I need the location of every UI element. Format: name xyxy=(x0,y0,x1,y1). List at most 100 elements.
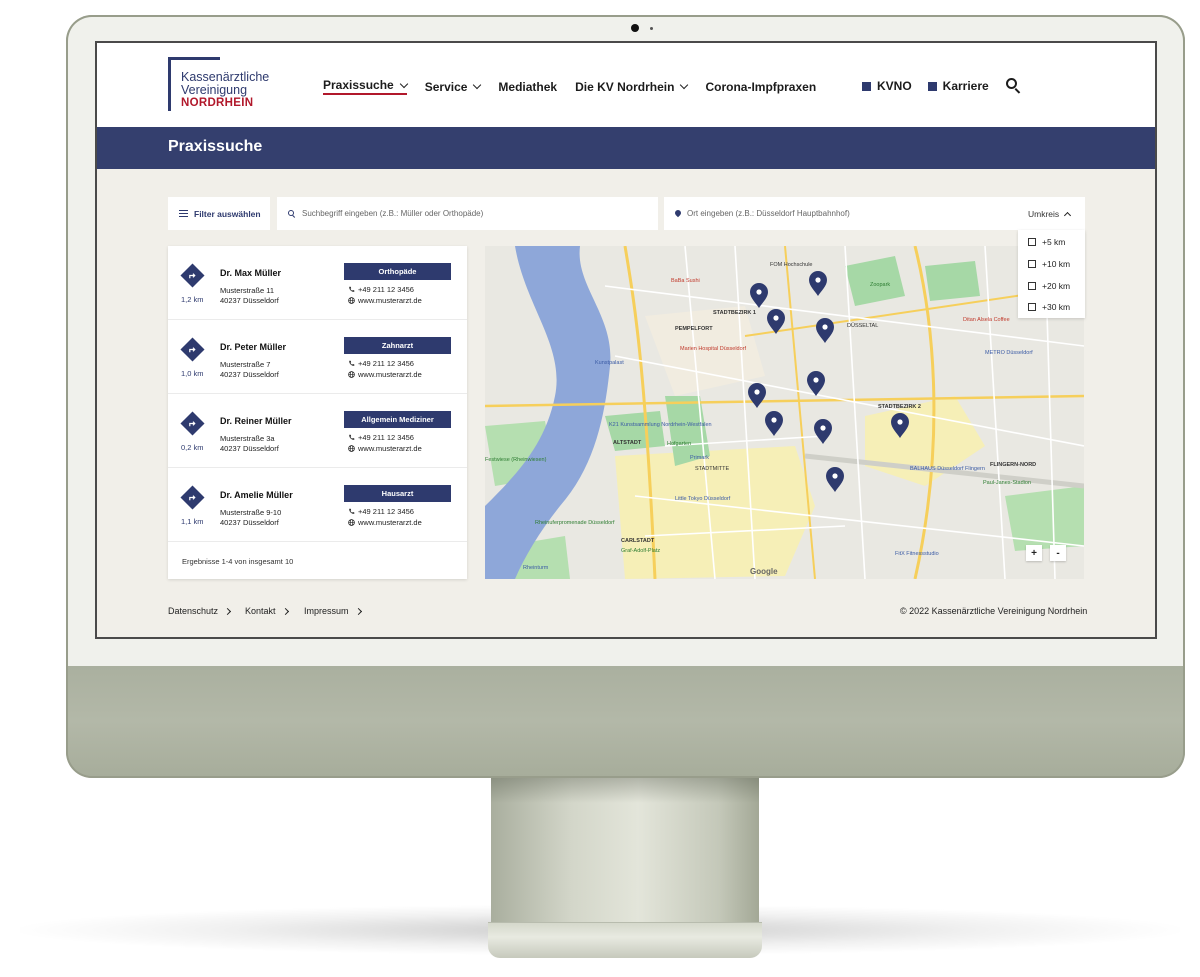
phone-icon xyxy=(349,286,355,292)
map-label-rheinuferpromenade: Rheinuferpromenade Düsseldorf xyxy=(535,520,615,526)
address: Musterstraße 11 40237 Düsseldorf xyxy=(220,286,279,306)
site-header: Kassenärztliche Vereinigung NORDRHEIN Pr… xyxy=(97,43,1155,127)
globe-icon xyxy=(348,371,355,378)
globe-icon xyxy=(348,519,355,526)
main-navigation: Praxissuche Service Mediathek Die KV Nor… xyxy=(323,78,816,95)
phone-link[interactable]: +49 211 12 3456 xyxy=(349,432,422,443)
address: Musterstraße 9-10 40237 Düsseldorf xyxy=(220,508,281,528)
radius-option-5[interactable]: +5 km xyxy=(1028,237,1065,247)
website-url: www.musterarzt.de xyxy=(358,444,422,453)
radius-label: Umkreis xyxy=(1028,208,1060,219)
meta-link-label: KVNO xyxy=(877,79,912,93)
nav-item-praxissuche[interactable]: Praxissuche xyxy=(323,78,408,95)
map-label-stadtbezirk-1: STADTBEZIRK 1 xyxy=(713,310,756,316)
chevron-right-icon xyxy=(281,607,289,615)
map-label-graf-adolf-platz: Graf-Adolf-Platz xyxy=(621,548,660,554)
phone-icon xyxy=(349,434,355,440)
kvno-logo[interactable]: Kassenärztliche Vereinigung NORDRHEIN xyxy=(168,57,278,113)
website-link[interactable]: www.musterarzt.de xyxy=(348,517,422,528)
globe-icon xyxy=(348,445,355,452)
website-link[interactable]: www.musterarzt.de xyxy=(348,295,422,306)
map-label-carlstadt: CARLSTADT xyxy=(621,538,655,544)
site-footer: Datenschutz Kontakt Impressum © 2022 Kas… xyxy=(97,599,1155,637)
meta-link-karriere[interactable]: Karriere xyxy=(927,79,989,93)
nav-item-die-kv-nordrhein[interactable]: Die KV Nordrhein xyxy=(575,79,689,94)
website-link[interactable]: www.musterarzt.de xyxy=(348,443,422,454)
search-icon xyxy=(288,209,296,218)
zoom-out-button[interactable]: - xyxy=(1050,545,1066,561)
zoom-in-button[interactable]: + xyxy=(1026,545,1042,561)
radius-option-label: +5 km xyxy=(1042,237,1066,247)
radius-option-label: +20 km xyxy=(1042,281,1071,291)
contact-info: +49 211 12 3456 www.musterarzt.de xyxy=(348,506,422,528)
phone-number: +49 211 12 3456 xyxy=(358,359,414,368)
search-icon[interactable] xyxy=(1005,77,1023,95)
address-street: Musterstraße 3a xyxy=(220,434,275,443)
result-card[interactable]: 1,1 km Dr. Amelie Müller Musterstraße 9-… xyxy=(168,468,467,542)
website-link[interactable]: www.musterarzt.de xyxy=(348,369,422,380)
checkbox[interactable] xyxy=(1028,238,1036,246)
address: Musterstraße 3a 40237 Düsseldorf xyxy=(220,434,279,454)
distance: 1,1 km xyxy=(181,517,204,526)
contact-info: +49 211 12 3456 www.musterarzt.de xyxy=(348,358,422,380)
radius-option-30[interactable]: +30 km xyxy=(1028,302,1070,312)
contact-info: +49 211 12 3456 www.musterarzt.de xyxy=(348,284,422,306)
checkbox[interactable] xyxy=(1028,303,1036,311)
footer-link-kontakt[interactable]: Kontakt xyxy=(245,606,289,616)
footer-link-impressum[interactable]: Impressum xyxy=(304,606,362,616)
map-canvas[interactable]: STADTBEZIRK 1 PEMPELFORT ALTSTADT CARLST… xyxy=(485,246,1084,579)
map[interactable]: STADTBEZIRK 1 PEMPELFORT ALTSTADT CARLST… xyxy=(485,246,1084,579)
chevron-down-icon xyxy=(680,80,689,90)
filter-button[interactable]: Filter auswählen xyxy=(168,197,270,230)
meta-navigation: KVNO Karriere xyxy=(862,77,1023,95)
radius-option-label: +30 km xyxy=(1042,302,1071,312)
address-street: Musterstraße 9-10 xyxy=(220,508,282,517)
radius-option-10[interactable]: +10 km xyxy=(1028,259,1070,269)
nav-item-corona-impfpraxen[interactable]: Corona-Impfpraxen xyxy=(705,80,816,94)
map-label-little-tokyo: Little Tokyo Düsseldorf xyxy=(675,496,731,502)
phone-link[interactable]: +49 211 12 3456 xyxy=(349,506,422,517)
nav-item-service[interactable]: Service xyxy=(424,79,482,94)
chevron-up-icon xyxy=(1064,211,1072,219)
doctor-name[interactable]: Dr. Max Müller xyxy=(220,268,281,278)
filter-icon xyxy=(179,210,188,218)
checkbox[interactable] xyxy=(1028,260,1036,268)
phone-link[interactable]: +49 211 12 3456 xyxy=(349,284,422,295)
chevron-right-icon xyxy=(354,607,362,615)
doctor-name[interactable]: Dr. Peter Müller xyxy=(220,342,286,352)
result-card[interactable]: 1,0 km Dr. Peter Müller Musterstraße 7 4… xyxy=(168,320,467,394)
result-card[interactable]: 1,2 km Dr. Max Müller Musterstraße 11 40… xyxy=(168,246,467,320)
doctor-name[interactable]: Dr. Amelie Müller xyxy=(220,490,293,500)
nav-item-label: Service xyxy=(424,79,468,94)
distance: 1,2 km xyxy=(181,295,204,304)
doctor-name[interactable]: Dr. Reiner Müller xyxy=(220,416,292,426)
map-label-stadtbezirk-2: STADTBEZIRK 2 xyxy=(878,404,921,410)
phone-icon xyxy=(349,508,355,514)
location-input[interactable]: Ort eingeben (z.B.: Düsseldorf Hauptbahn… xyxy=(664,197,1018,230)
google-attribution: Google xyxy=(750,567,778,576)
result-card[interactable]: 0,2 km Dr. Reiner Müller Musterstraße 3a… xyxy=(168,394,467,468)
map-park xyxy=(925,261,980,301)
nav-item-label: Corona-Impfpraxen xyxy=(705,79,817,94)
globe-icon xyxy=(348,297,355,304)
search-input[interactable]: Suchbegriff eingeben (z.B.: Müller oder … xyxy=(277,197,658,230)
camera-sensor xyxy=(650,27,653,30)
phone-number: +49 211 12 3456 xyxy=(358,507,414,516)
page-title-bar: Praxissuche xyxy=(97,127,1155,169)
nav-item-mediathek[interactable]: Mediathek xyxy=(498,80,557,94)
camera-icon xyxy=(631,24,639,32)
map-label-metro: METRO Düsseldorf xyxy=(985,350,1033,356)
monitor-base xyxy=(488,922,762,958)
footer-link-datenschutz[interactable]: Datenschutz xyxy=(168,606,232,616)
radius-options: +5 km +10 km +20 km +30 km xyxy=(1018,230,1085,318)
radius-option-20[interactable]: +20 km xyxy=(1028,281,1070,291)
phone-link[interactable]: +49 211 12 3456 xyxy=(349,358,422,369)
route-arrow-icon xyxy=(189,421,196,427)
radius-dropdown[interactable]: Umkreis xyxy=(1018,197,1085,230)
checkbox[interactable] xyxy=(1028,282,1036,290)
meta-link-kvno[interactable]: KVNO xyxy=(862,79,912,93)
stand-shade xyxy=(491,777,759,803)
location-placeholder: Ort eingeben (z.B.: Düsseldorf Hauptbahn… xyxy=(687,209,850,218)
nav-item-label: Die KV Nordrhein xyxy=(575,79,675,94)
map-label-pempelfort: PEMPELFORT xyxy=(675,326,713,332)
